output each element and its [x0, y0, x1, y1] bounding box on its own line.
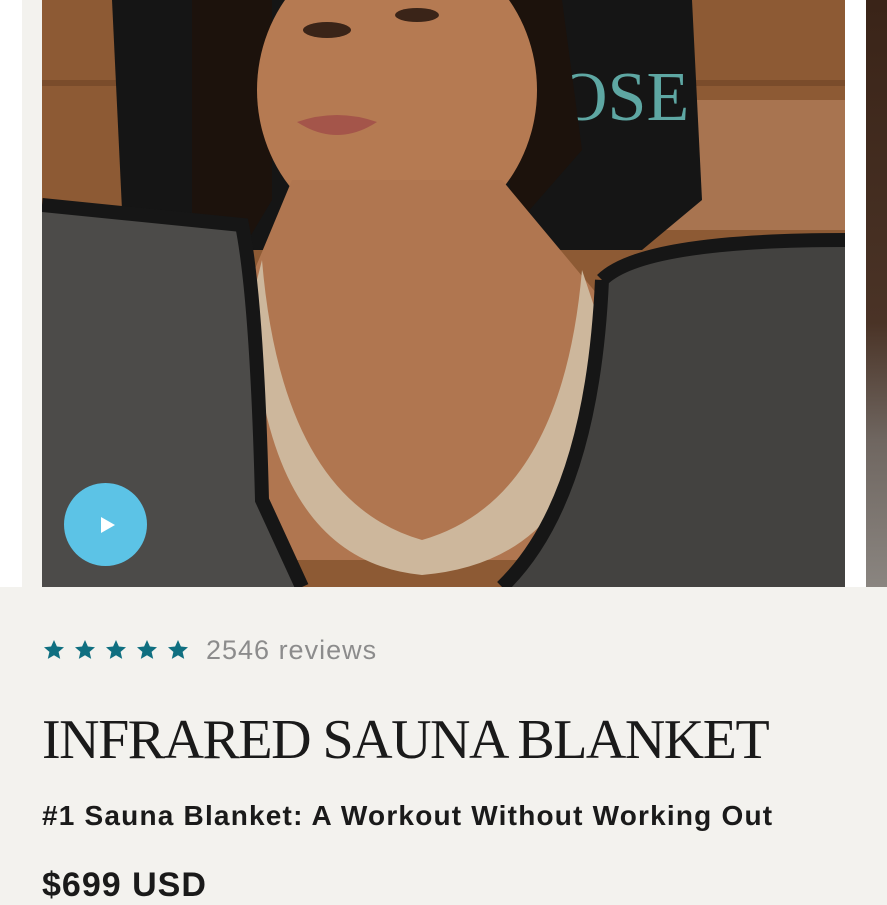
play-icon: [100, 516, 115, 533]
hero-image: OSE: [42, 0, 845, 587]
rating-summary[interactable]: 2546 reviews: [42, 632, 377, 668]
star-icon: [106, 640, 126, 659]
slide-gap: [845, 0, 866, 587]
star-icon: [137, 640, 157, 659]
star-rating: [42, 638, 190, 662]
star-icon: [44, 640, 64, 659]
reviews-count-link[interactable]: 2546 reviews: [206, 635, 377, 666]
next-slide[interactable]: [866, 0, 887, 587]
previous-slide[interactable]: [0, 0, 22, 587]
star-icon: [168, 640, 188, 659]
play-video-button[interactable]: [64, 483, 147, 566]
product-subtitle: #1 Sauna Blanket: A Workout Without Work…: [42, 800, 774, 831]
product-price: $699 USD: [42, 866, 207, 904]
hero-photo-illustration: OSE: [42, 0, 845, 587]
star-icon: [75, 640, 95, 659]
product-title: INFRARED SAUNA BLANKET: [42, 709, 770, 771]
